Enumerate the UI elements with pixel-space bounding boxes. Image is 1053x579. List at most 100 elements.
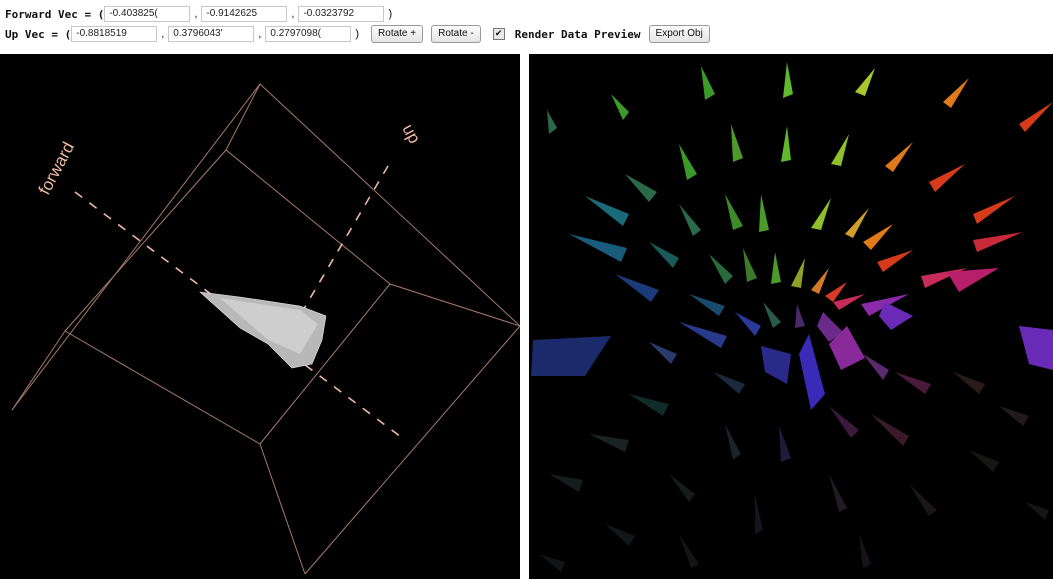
preview-glyph bbox=[1019, 326, 1053, 370]
up-z-field[interactable]: 0.2797098( bbox=[265, 26, 352, 42]
preview-glyph bbox=[625, 174, 657, 202]
up-vector-row: Up Vec = ( -0.8818519 , 0.3796043' , 0.2… bbox=[5, 24, 710, 44]
preview-glyph bbox=[615, 274, 659, 302]
preview-glyph bbox=[855, 68, 875, 96]
preview-glyph bbox=[833, 294, 865, 310]
preview-glyph bbox=[947, 268, 999, 292]
up-x-field[interactable]: -0.8818519 bbox=[71, 26, 158, 42]
preview-glyph bbox=[701, 66, 715, 100]
preview-glyph bbox=[953, 372, 985, 394]
preview-glyph bbox=[679, 534, 699, 568]
preview-glyph bbox=[547, 110, 557, 134]
preview-glyph bbox=[759, 194, 769, 232]
render-preview-label: Render Data Preview bbox=[514, 27, 641, 41]
preview-glyph bbox=[713, 372, 745, 394]
preview-glyph bbox=[885, 142, 913, 172]
forward-vector-row: Forward Vec = ( -0.403825( , -0.9142625 … bbox=[5, 4, 396, 24]
preview-glyph bbox=[1025, 502, 1049, 520]
preview-glyph bbox=[725, 194, 743, 230]
preview-glyph bbox=[585, 196, 629, 226]
preview-glyph bbox=[1019, 102, 1053, 132]
forward-x-field[interactable]: -0.403825( bbox=[104, 6, 191, 22]
preview-glyph bbox=[689, 294, 725, 316]
preview-glyph bbox=[973, 232, 1023, 252]
preview-glyph bbox=[929, 164, 965, 192]
comma: , bbox=[258, 28, 262, 40]
preview-glyph bbox=[831, 134, 849, 166]
data-preview-scene bbox=[531, 62, 1053, 572]
preview-glyph bbox=[761, 346, 791, 384]
preview-glyph bbox=[743, 248, 757, 282]
preview-glyph bbox=[829, 406, 859, 438]
preview-glyph bbox=[877, 250, 913, 272]
preview-glyphs bbox=[531, 62, 1053, 572]
preview-glyph bbox=[969, 450, 999, 472]
toolbar: Forward Vec = ( -0.403825( , -0.9142625 … bbox=[0, 0, 1053, 52]
preview-glyph bbox=[679, 322, 727, 348]
preview-glyph bbox=[943, 78, 969, 108]
forward-z-field[interactable]: -0.0323792 bbox=[298, 6, 385, 22]
preview-glyph bbox=[879, 302, 913, 330]
preview-glyph bbox=[895, 372, 931, 394]
preview-glyph bbox=[859, 534, 871, 568]
preview-glyph bbox=[791, 258, 805, 288]
preview-glyph bbox=[909, 484, 937, 516]
up-y-field[interactable]: 0.3796043' bbox=[168, 26, 255, 42]
preview-glyph bbox=[679, 144, 697, 180]
preview-glyph bbox=[871, 414, 909, 446]
preview-glyph bbox=[999, 406, 1029, 426]
preview-glyph bbox=[863, 224, 893, 250]
up-axis-label: up bbox=[398, 121, 424, 147]
preview-glyph bbox=[649, 342, 677, 364]
preview-glyph bbox=[973, 196, 1015, 224]
up-vector-label: Up Vec = ( bbox=[5, 27, 72, 41]
preview-glyph bbox=[531, 336, 611, 376]
rotate-minus-button[interactable]: Rotate - bbox=[431, 25, 481, 43]
preview-glyph bbox=[735, 312, 761, 336]
preview-glyph bbox=[669, 474, 695, 502]
preview-glyph bbox=[795, 304, 805, 328]
preview-glyph bbox=[779, 426, 791, 462]
preview-glyph bbox=[611, 94, 629, 120]
up-close-paren: ) bbox=[355, 28, 360, 40]
preview-glyph bbox=[679, 204, 701, 236]
forward-y-field[interactable]: -0.9142625 bbox=[201, 6, 288, 22]
preview-glyph bbox=[845, 208, 869, 238]
comma: , bbox=[161, 28, 165, 40]
preview-glyph bbox=[539, 554, 565, 572]
data-preview-viewport[interactable] bbox=[529, 54, 1053, 579]
preview-glyph bbox=[589, 434, 629, 452]
render-preview-checkbox[interactable]: ✔ bbox=[492, 28, 505, 40]
preview-glyph bbox=[755, 494, 763, 534]
preview-glyph bbox=[649, 242, 679, 268]
forward-vector-label: Forward Vec = ( bbox=[5, 7, 105, 21]
preview-glyph bbox=[811, 198, 831, 230]
preview-glyph bbox=[863, 354, 889, 380]
preview-glyph bbox=[781, 126, 791, 162]
orientation-viewport[interactable]: forward up bbox=[0, 54, 520, 579]
preview-glyph bbox=[605, 524, 635, 546]
comma: , bbox=[291, 8, 295, 20]
preview-glyph bbox=[829, 474, 847, 512]
preview-glyph bbox=[731, 124, 743, 162]
box-corner-edge bbox=[225, 83, 261, 151]
preview-glyph bbox=[811, 268, 829, 294]
preview-glyph bbox=[825, 282, 847, 302]
preview-glyph bbox=[629, 394, 669, 416]
preview-glyph bbox=[771, 252, 781, 284]
orientation-scene: forward up bbox=[11, 83, 520, 575]
preview-glyph bbox=[569, 234, 627, 262]
forward-axis-label: forward bbox=[35, 139, 78, 198]
preview-glyph bbox=[763, 302, 781, 328]
preview-glyph bbox=[725, 424, 741, 460]
preview-glyph bbox=[799, 334, 825, 410]
preview-glyph bbox=[549, 474, 583, 492]
model-highlight bbox=[220, 298, 318, 354]
box-bottom-face bbox=[11, 330, 306, 575]
rotate-plus-button[interactable]: Rotate + bbox=[371, 25, 424, 43]
comma: , bbox=[194, 8, 198, 20]
export-obj-button[interactable]: Export Obj bbox=[648, 25, 710, 43]
preview-glyph bbox=[783, 62, 793, 98]
viewport-divider bbox=[520, 54, 529, 579]
forward-close-paren: ) bbox=[388, 8, 393, 20]
